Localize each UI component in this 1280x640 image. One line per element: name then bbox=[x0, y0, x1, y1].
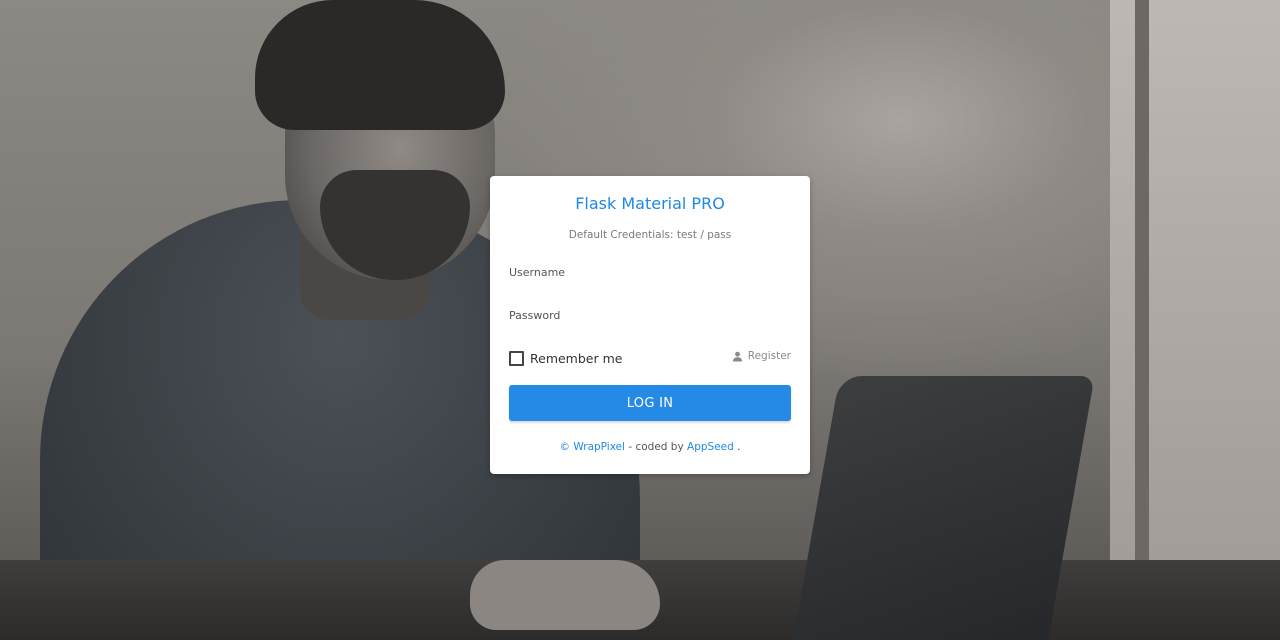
default-credentials-text: Default Credentials: test / pass bbox=[568, 229, 732, 241]
login-button[interactable]: LOG IN bbox=[509, 385, 791, 421]
copyright-symbol: © bbox=[559, 441, 571, 453]
wrappixel-link[interactable]: WrapPixel bbox=[573, 441, 625, 453]
footer-trailing-period: . bbox=[737, 441, 741, 453]
coded-by-text: coded by bbox=[635, 441, 688, 453]
password-field-wrapper bbox=[509, 301, 791, 330]
user-icon bbox=[732, 351, 742, 361]
footer-credits: © WrapPixel - coded by AppSeed . bbox=[490, 441, 810, 453]
username-field-wrapper bbox=[509, 258, 791, 287]
password-input[interactable] bbox=[509, 301, 791, 330]
register-link[interactable]: Register bbox=[732, 350, 791, 362]
person-hand bbox=[470, 560, 660, 630]
person-hair bbox=[255, 0, 505, 130]
laptop bbox=[790, 376, 1095, 640]
appseed-link[interactable]: AppSeed bbox=[687, 441, 734, 453]
remember-me-control[interactable]: Remember me bbox=[509, 348, 622, 368]
username-input[interactable] bbox=[509, 258, 791, 287]
register-label: Register bbox=[747, 350, 791, 362]
remember-me-label: Remember me bbox=[530, 350, 623, 366]
login-title: Flask Material PRO bbox=[575, 194, 725, 213]
background-window-frame bbox=[1135, 0, 1149, 560]
login-card: Flask Material PRO Default Credentials: … bbox=[490, 176, 810, 474]
remember-me-checkbox[interactable] bbox=[509, 350, 524, 366]
